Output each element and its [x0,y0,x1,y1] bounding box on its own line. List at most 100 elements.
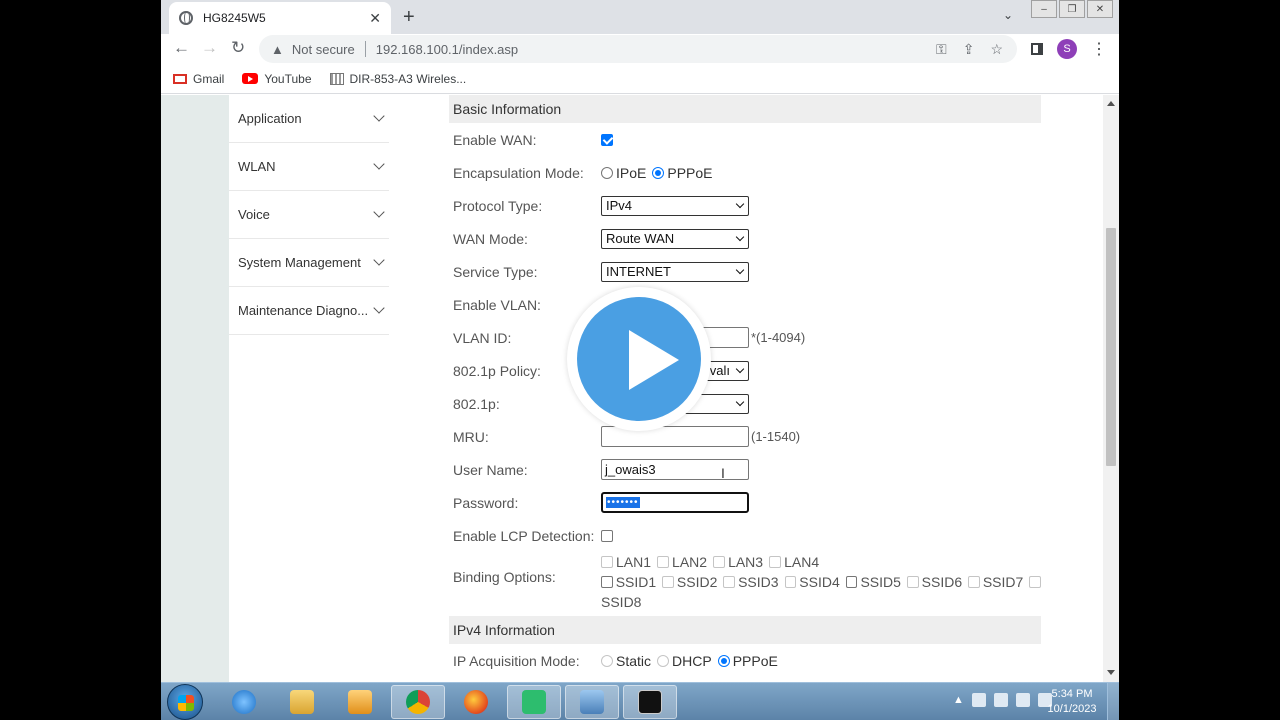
lcp-checkbox[interactable] [601,529,613,542]
wan-mode-select[interactable]: Route WAN [601,228,749,249]
page-scrollbar[interactable] [1103,95,1119,682]
volume-icon[interactable] [1015,693,1030,707]
media-player-icon [348,690,372,714]
bookmark-youtube[interactable]: YouTube [242,72,312,86]
static-radio[interactable] [601,654,613,667]
ssid1-checkbox[interactable] [601,576,613,588]
close-tab-icon[interactable]: ✕ [369,10,381,27]
row-mru: MRU: (1-1540) [449,420,1041,453]
profile-avatar[interactable]: S [1057,39,1077,59]
taskbar-chrome[interactable] [391,685,445,719]
router-icon [329,72,344,85]
minimize-button[interactable]: – [1031,0,1057,18]
taskbar-network[interactable] [565,685,619,719]
field-label: WAN Mode: [453,230,528,247]
sidebar-item-system-management[interactable]: System Management [229,239,389,287]
scroll-thumb[interactable] [1106,228,1116,466]
show-desktop-button[interactable] [1107,683,1119,720]
taskbar-explorer[interactable] [275,685,329,719]
ssid4-checkbox[interactable] [784,576,797,588]
row-8021p-policy: 802.1p Policy: valı [449,354,1041,387]
close-window-button[interactable]: ✕ [1087,0,1113,18]
ssid3-checkbox[interactable] [723,576,736,588]
taskbar-firefox[interactable] [449,685,503,719]
share-icon[interactable]: ⇪ [963,41,975,58]
section-header-basic: Basic Information [449,95,1041,123]
enable-wan-checkbox[interactable] [601,133,613,146]
scroll-up-icon[interactable] [1107,101,1115,106]
browser-tab[interactable]: HG8245W5 ✕ [169,2,391,34]
action-center-icon[interactable] [971,693,986,707]
divider [364,41,366,57]
warning-icon[interactable]: ▲ [271,42,284,57]
sidebar-item-wlan[interactable]: WLAN [229,143,389,191]
taskbar-media-player[interactable] [333,685,387,719]
tray-expand-icon[interactable]: ▲ [953,694,964,706]
restore-button[interactable]: ❐ [1059,0,1085,18]
mru-hint: (1-1540) [751,429,801,444]
checkbox-label: SSID6 [921,574,963,590]
field-label: Service Type: [453,263,538,280]
chevron-down-icon[interactable]: ⌄ [1003,8,1013,22]
scroll-down-icon[interactable] [1107,670,1115,675]
ssid2-checkbox[interactable] [662,576,674,588]
radio-label: PPPoE [732,652,778,669]
taskbar-app-green[interactable] [507,685,561,719]
key-icon[interactable]: ⚿ [936,41,947,58]
sidebar-item-label: Application [238,111,302,126]
taskbar-cmd[interactable] [623,685,677,719]
security-label[interactable]: Not secure [292,42,355,57]
ssid5-checkbox[interactable] [845,576,858,588]
dhcp-radio[interactable] [657,654,670,667]
row-password: Password: ••••••• [449,486,1041,519]
lan3-checkbox[interactable] [713,556,726,568]
menu-dots-icon[interactable]: ⋮ [1091,39,1107,59]
field-label: Protocol Type: [453,197,543,214]
taskbar-clock[interactable]: 5:34 PM 10/1/2023 [1041,687,1103,717]
ssid6-checkbox[interactable] [906,576,919,588]
pppoe-radio[interactable] [652,166,665,179]
lan4-checkbox[interactable] [769,556,782,568]
sidebar-item-label: Voice [238,207,270,222]
address-bar[interactable]: ▲ Not secure 192.168.100.1/index.asp ⚿ ⇪… [259,35,1017,63]
forward-arrow-icon[interactable]: → [201,38,218,58]
play-icon [629,330,679,390]
checkbox-label: LAN1 [616,554,652,570]
video-play-button[interactable] [567,287,711,431]
password-input[interactable]: ••••••• [601,492,749,513]
field-label: IP Acquisition Mode: [453,652,580,669]
new-tab-button[interactable]: + [403,6,415,29]
url-text[interactable]: 192.168.100.1/index.asp [376,42,518,57]
bookmark-dir853[interactable]: DIR-853-A3 Wireles... [329,72,466,86]
service-type-select[interactable]: INTERNET [601,261,749,282]
reload-icon[interactable]: ↻ [231,38,245,58]
chevron-down-icon [373,254,385,266]
sidebar-item-voice[interactable]: Voice [229,191,389,239]
row-protocol-type: Protocol Type: IPv4 [449,189,1041,222]
sidebar-menu: Application WLAN Voice System Management… [229,95,389,682]
checkbox-label: SSID3 [738,574,779,590]
network-tray-icon[interactable] [993,693,1008,707]
bookmark-gmail[interactable]: Gmail [173,72,224,86]
ssid8-checkbox[interactable] [1029,576,1042,588]
explorer-icon [290,690,314,714]
pppoe-acq-radio[interactable] [717,654,730,667]
row-vlan-id: VLAN ID: *(1-4094) [449,321,1041,354]
username-input[interactable]: j_owais3 [601,459,749,480]
ie-icon [232,690,256,714]
sidebar-item-application[interactable]: Application [229,95,389,143]
side-panel-icon[interactable] [1031,43,1043,55]
sidebar-item-maintenance[interactable]: Maintenance Diagno... [229,287,389,335]
protocol-type-select[interactable]: IPv4 [601,195,749,216]
start-button[interactable] [167,684,203,720]
app-green-icon [522,690,546,714]
lan1-checkbox[interactable] [601,556,613,568]
lan2-checkbox[interactable] [657,556,670,568]
back-arrow-icon[interactable]: ← [173,38,190,58]
username-value: j_owais3 [605,462,656,477]
network-icon [580,690,604,714]
ipoe-radio[interactable] [601,166,613,179]
taskbar-ie[interactable] [217,685,271,719]
ssid7-checkbox[interactable] [968,576,980,588]
star-icon[interactable]: ☆ [990,41,1003,58]
